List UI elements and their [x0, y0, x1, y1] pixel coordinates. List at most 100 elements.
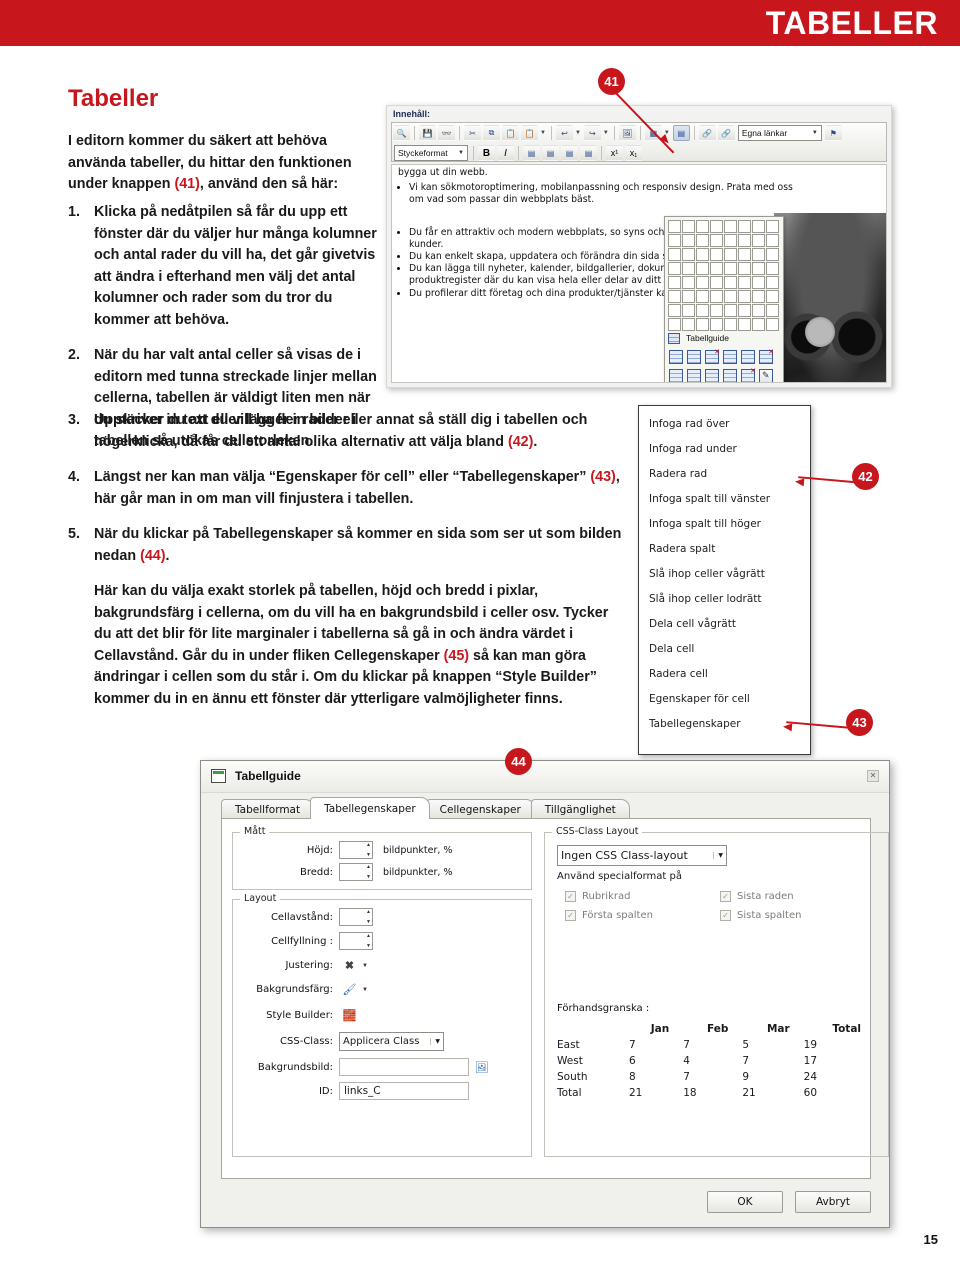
- tab-tabellformat[interactable]: Tabellformat: [221, 799, 315, 819]
- split-cell-vertical-icon[interactable]: [723, 369, 737, 382]
- id-field[interactable]: links_C: [339, 1082, 469, 1100]
- css-layout-select[interactable]: Ingen CSS Class-layout ▼: [557, 845, 727, 866]
- undo-icon[interactable]: ↩: [555, 125, 573, 141]
- grid-cell[interactable]: [766, 262, 779, 275]
- grid-cell[interactable]: [710, 248, 723, 261]
- bredd-stepper[interactable]: [339, 863, 373, 881]
- grid-cell[interactable]: [738, 304, 751, 317]
- grid-cell[interactable]: [724, 248, 737, 261]
- grid-cell[interactable]: [696, 304, 709, 317]
- italic-icon[interactable]: I: [497, 145, 514, 161]
- grid-cell[interactable]: [724, 234, 737, 247]
- align-center-icon[interactable]: ▤: [542, 145, 559, 161]
- menu-item-split-cell[interactable]: Dela cell: [639, 637, 810, 662]
- table-size-picker-panel[interactable]: Tabellguide: [664, 216, 784, 382]
- grid-cell[interactable]: [738, 248, 751, 261]
- checkbox-forsta-spalten[interactable]: ✓ Första spalten: [565, 910, 653, 921]
- grid-cell[interactable]: [682, 220, 695, 233]
- checkbox-sista-raden[interactable]: ✓ Sista raden: [720, 891, 794, 902]
- browse-image-icon[interactable]: 🖼: [473, 1060, 490, 1075]
- table-context-menu[interactable]: Infoga rad över Infoga rad under Radera …: [638, 405, 811, 755]
- grid-cell[interactable]: [668, 248, 681, 261]
- grid-cell[interactable]: [696, 276, 709, 289]
- chevron-down-icon[interactable]: ▼: [575, 130, 581, 136]
- insert-image-icon[interactable]: 🖼: [618, 125, 636, 141]
- grid-cell[interactable]: [696, 290, 709, 303]
- justify-icon[interactable]: ▤: [580, 145, 597, 161]
- menu-item-merge-cells-vertical[interactable]: Slå ihop celler lodrätt: [639, 587, 810, 612]
- paint-bucket-icon[interactable]: 🖌: [341, 982, 358, 997]
- grid-cell[interactable]: [696, 234, 709, 247]
- menu-item-insert-column-left[interactable]: Infoga spalt till vänster: [639, 487, 810, 512]
- grid-cell[interactable]: [696, 248, 709, 261]
- subscript-icon[interactable]: x₁: [625, 145, 642, 161]
- grid-cell[interactable]: [752, 234, 765, 247]
- checkbox-sista-spalten[interactable]: ✓ Sista spalten: [720, 910, 801, 921]
- grid-cell[interactable]: [668, 262, 681, 275]
- table-size-grid[interactable]: [668, 220, 779, 331]
- menu-item-insert-column-right[interactable]: Infoga spalt till höger: [639, 512, 810, 537]
- grid-cell[interactable]: [766, 248, 779, 261]
- grid-cell[interactable]: [738, 220, 751, 233]
- tabellguide-dialog[interactable]: Tabellguide ✕ Tabellformat Tabellegenska…: [200, 760, 890, 1228]
- redo-icon[interactable]: ↪: [583, 125, 601, 141]
- menu-item-delete-cell[interactable]: Radera cell: [639, 662, 810, 687]
- cancel-button[interactable]: Avbryt: [795, 1191, 871, 1213]
- grid-cell[interactable]: [668, 234, 681, 247]
- grid-cell[interactable]: [752, 276, 765, 289]
- chevron-down-icon[interactable]: ▼: [540, 130, 546, 136]
- grid-cell[interactable]: [668, 276, 681, 289]
- grid-cell[interactable]: [668, 304, 681, 317]
- merge-cells-vertical-icon[interactable]: [687, 369, 701, 382]
- grid-cell[interactable]: [710, 262, 723, 275]
- insert-column-left-icon[interactable]: [723, 350, 737, 364]
- grid-cell[interactable]: [752, 290, 765, 303]
- grid-cell[interactable]: [696, 262, 709, 275]
- delete-column-icon[interactable]: [759, 348, 774, 364]
- grid-cell[interactable]: [766, 220, 779, 233]
- anchor-icon[interactable]: ⚑: [824, 125, 842, 141]
- bold-icon[interactable]: B: [478, 145, 495, 161]
- menu-item-insert-row-above[interactable]: Infoga rad över: [639, 412, 810, 437]
- menu-item-insert-row-below[interactable]: Infoga rad under: [639, 437, 810, 462]
- paste-icon[interactable]: 📋: [502, 125, 519, 141]
- tab-cellegenskaper[interactable]: Cellegenskaper: [425, 799, 535, 819]
- hojd-stepper[interactable]: [339, 841, 373, 859]
- tab-tabellegenskaper[interactable]: Tabellegenskaper: [310, 797, 430, 819]
- grid-cell[interactable]: [766, 304, 779, 317]
- preview-icon[interactable]: 🔍: [393, 125, 410, 141]
- grid-cell[interactable]: [724, 220, 737, 233]
- grid-cell[interactable]: [752, 304, 765, 317]
- align-none-icon[interactable]: ✖: [341, 958, 358, 973]
- links-select[interactable]: Egna länkar ▼: [737, 125, 822, 141]
- grid-cell[interactable]: [738, 234, 751, 247]
- insert-row-above-icon[interactable]: [669, 350, 683, 364]
- chevron-down-icon[interactable]: ▼: [362, 963, 368, 969]
- chevron-down-icon[interactable]: ▼: [362, 987, 368, 993]
- insert-column-right-icon[interactable]: [741, 350, 755, 364]
- menu-item-merge-cells-horizontal[interactable]: Slå ihop celler vågrätt: [639, 562, 810, 587]
- align-right-icon[interactable]: ▤: [561, 145, 578, 161]
- cell-properties-icon[interactable]: [759, 369, 773, 382]
- grid-cell[interactable]: [752, 220, 765, 233]
- grid-cell[interactable]: [710, 276, 723, 289]
- grid-cell[interactable]: [738, 276, 751, 289]
- checkbox-rubrikrad[interactable]: ✓ Rubrikrad: [565, 891, 630, 902]
- grid-cell[interactable]: [752, 248, 765, 261]
- merge-cells-horizontal-icon[interactable]: [669, 369, 683, 382]
- grid-cell[interactable]: [668, 290, 681, 303]
- menu-item-cell-properties[interactable]: Egenskaper för cell: [639, 687, 810, 712]
- insert-row-below-icon[interactable]: [687, 350, 701, 364]
- cellavstand-stepper[interactable]: [339, 908, 373, 926]
- cut-icon[interactable]: ✂: [464, 125, 481, 141]
- grid-cell[interactable]: [752, 262, 765, 275]
- menu-item-delete-row[interactable]: Radera rad: [639, 462, 810, 487]
- grid-cell[interactable]: [738, 290, 751, 303]
- find-icon[interactable]: 👓: [438, 125, 455, 141]
- paste-special-icon[interactable]: 📋: [521, 125, 538, 141]
- bakgrundsbild-field[interactable]: [339, 1058, 469, 1076]
- save-icon[interactable]: 💾: [419, 125, 436, 141]
- grid-cell[interactable]: [738, 262, 751, 275]
- grid-cell[interactable]: [668, 220, 681, 233]
- grid-cell[interactable]: [710, 234, 723, 247]
